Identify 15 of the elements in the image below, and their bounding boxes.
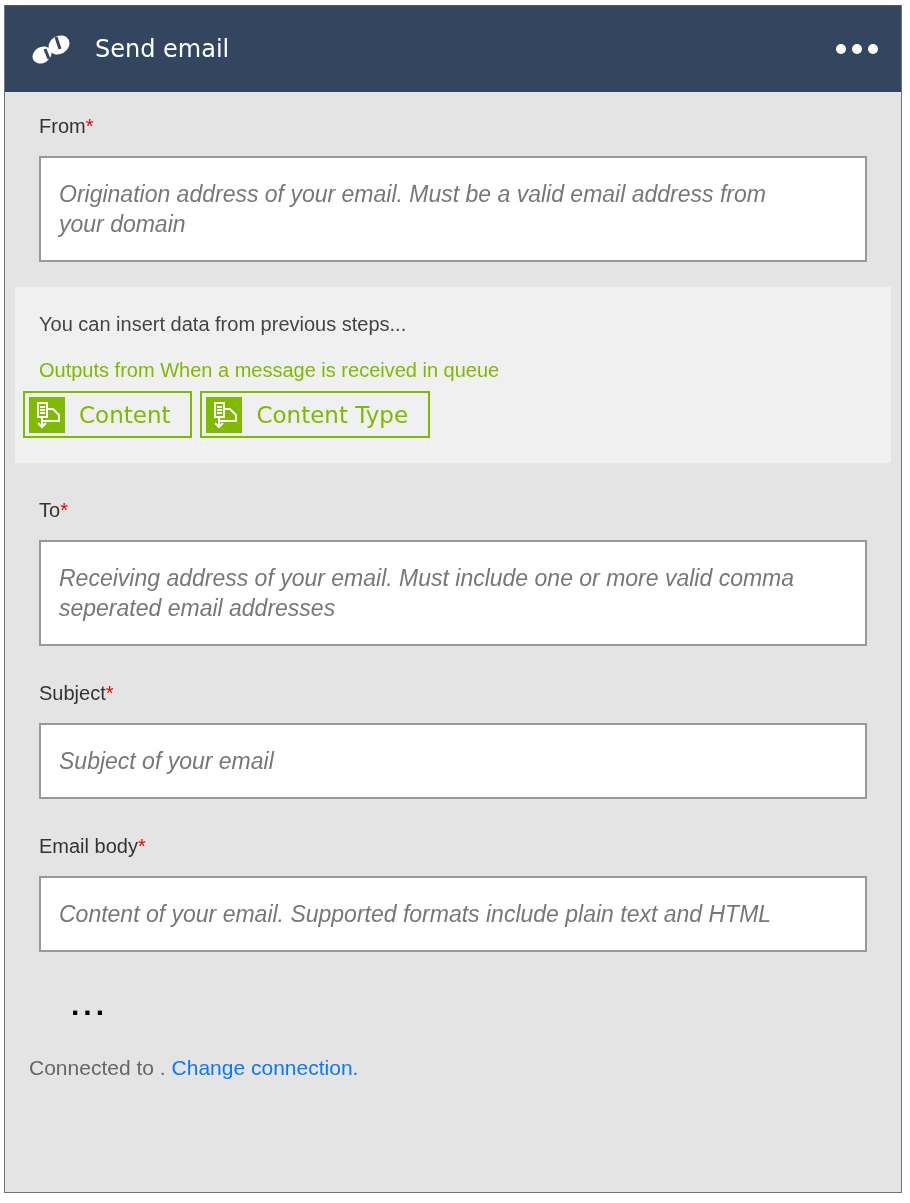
input-field[interactable]: Receiving address of your email. Must include one or more valid comma seperated email addresses: [39, 540, 867, 646]
connection-text: Connected to .: [29, 1056, 166, 1080]
input-field[interactable]: Subject of your email: [39, 723, 867, 799]
field-label: From*: [39, 114, 94, 138]
field-label: To*: [39, 498, 68, 522]
change-connection-link[interactable]: Change connection.: [171, 1056, 359, 1080]
field-label: Email body*: [39, 834, 146, 858]
input-field[interactable]: Content of your email. Supported formats include plain text and HTML: [39, 876, 867, 952]
field-label: Subject*: [39, 681, 114, 705]
input-field[interactable]: Origination address of your email. Must be a valid email address from your domain: [39, 156, 867, 262]
source-heading: Outputs from When a message is received in queue: [39, 358, 500, 382]
more-ellipsis[interactable]: ...: [71, 990, 108, 1020]
card-title: Send email: [95, 35, 231, 63]
panel-hint: You can insert data from previous steps...: [39, 312, 407, 336]
more-options-icon[interactable]: [835, 43, 879, 55]
